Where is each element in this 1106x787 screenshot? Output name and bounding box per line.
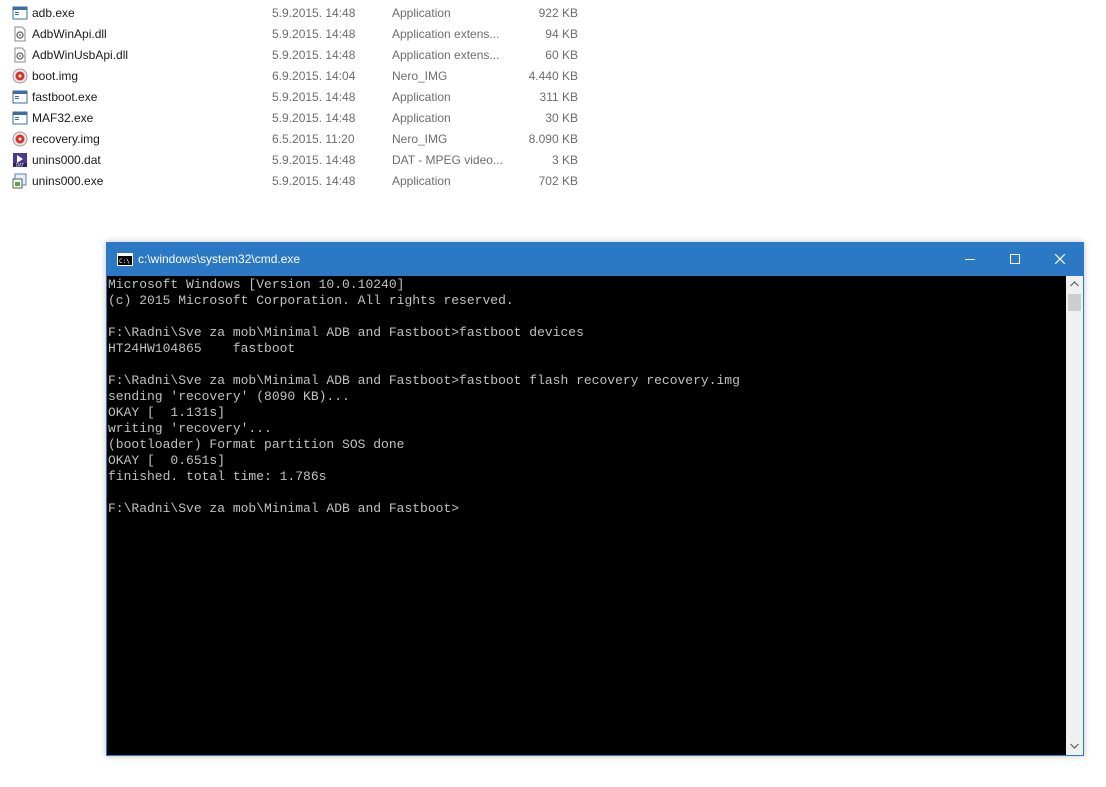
file-date: 6.5.2015. 11:20 <box>272 132 355 146</box>
file-name: unins000.dat <box>32 153 101 167</box>
file-row[interactable]: unins000.exe 5.9.2015. 14:48 Application… <box>0 170 600 191</box>
file-size: 30 KB <box>545 111 578 125</box>
exe-window-icon <box>12 89 28 105</box>
window-title: c:\windows\system32\cmd.exe <box>138 252 301 266</box>
file-type: Application extens... <box>392 27 500 41</box>
file-row[interactable]: MAF32.exe 5.9.2015. 14:48 Application 30… <box>0 107 600 128</box>
file-type: Application <box>392 111 451 125</box>
scroll-thumb[interactable] <box>1068 294 1081 311</box>
file-date: 5.9.2015. 14:48 <box>272 90 356 104</box>
nero-disc-icon <box>12 68 28 84</box>
maximize-button[interactable] <box>992 243 1038 276</box>
svg-text:DAT: DAT <box>16 163 24 168</box>
file-date: 6.9.2015. 14:04 <box>272 69 356 83</box>
file-row[interactable]: adb.exe 5.9.2015. 14:48 Application 922 … <box>0 2 600 23</box>
file-size: 94 KB <box>545 27 578 41</box>
file-row[interactable]: boot.img 6.9.2015. 14:04 Nero_IMG 4.440 … <box>0 65 600 86</box>
file-row[interactable]: recovery.img 6.5.2015. 11:20 Nero_IMG 8.… <box>0 128 600 149</box>
installer-icon <box>12 173 28 189</box>
svg-text:C:\: C:\ <box>119 258 130 265</box>
dll-gear-icon <box>12 47 28 63</box>
title-bar[interactable]: C:\ c:\windows\system32\cmd.exe <box>107 243 1083 276</box>
file-size: 8.090 KB <box>528 132 578 146</box>
file-type: DAT - MPEG video... <box>392 153 503 167</box>
file-name: boot.img <box>32 69 79 83</box>
file-type: Application extens... <box>392 48 500 62</box>
file-size: 3 KB <box>551 153 578 167</box>
minimize-button[interactable] <box>947 243 993 276</box>
dll-gear-icon <box>12 26 28 42</box>
file-size: 922 KB <box>538 6 578 20</box>
scroll-up-button[interactable] <box>1066 276 1083 293</box>
file-name: adb.exe <box>32 6 75 20</box>
file-date: 5.9.2015. 14:48 <box>272 174 356 188</box>
file-name: unins000.exe <box>32 174 104 188</box>
file-type: Nero_IMG <box>392 132 448 146</box>
file-size: 702 KB <box>538 174 578 188</box>
file-date: 5.9.2015. 14:48 <box>272 111 356 125</box>
file-date: 5.9.2015. 14:48 <box>272 27 356 41</box>
file-name: AdbWinApi.dll <box>32 27 107 41</box>
file-type: Application <box>392 90 451 104</box>
file-list: adb.exe 5.9.2015. 14:48 Application 922 … <box>0 2 600 191</box>
file-size: 4.440 KB <box>528 69 578 83</box>
close-button[interactable] <box>1037 243 1083 276</box>
exe-window-icon <box>12 110 28 126</box>
file-type: Application <box>392 174 451 188</box>
file-date: 5.9.2015. 14:48 <box>272 6 356 20</box>
file-date: 5.9.2015. 14:48 <box>272 153 356 167</box>
file-row[interactable]: DAT unins000.dat 5.9.2015. 14:48 DAT - M… <box>0 149 600 170</box>
cmd-prompt-icon: C:\ <box>117 253 133 266</box>
file-size: 60 KB <box>545 48 578 62</box>
vertical-scrollbar[interactable] <box>1066 276 1083 755</box>
file-date: 5.9.2015. 14:48 <box>272 48 356 62</box>
dat-video-icon: DAT <box>12 152 28 168</box>
file-type: Nero_IMG <box>392 69 448 83</box>
nero-disc-icon <box>12 131 28 147</box>
file-type: Application <box>392 6 451 20</box>
file-name: AdbWinUsbApi.dll <box>32 48 129 62</box>
scroll-down-button[interactable] <box>1066 738 1083 755</box>
cmd-window[interactable]: C:\ c:\windows\system32\cmd.exe Microsof… <box>106 242 1084 756</box>
exe-window-icon <box>12 5 28 21</box>
file-name: MAF32.exe <box>32 111 94 125</box>
file-name: recovery.img <box>32 132 100 146</box>
file-size: 311 KB <box>539 90 578 104</box>
file-name: fastboot.exe <box>32 90 98 104</box>
console-text: Microsoft Windows [Version 10.0.10240] (… <box>108 277 740 516</box>
file-row[interactable]: AdbWinUsbApi.dll 5.9.2015. 14:48 Applica… <box>0 44 600 65</box>
file-row[interactable]: fastboot.exe 5.9.2015. 14:48 Application… <box>0 86 600 107</box>
file-row[interactable]: AdbWinApi.dll 5.9.2015. 14:48 Applicatio… <box>0 23 600 44</box>
console-output[interactable]: Microsoft Windows [Version 10.0.10240] (… <box>107 276 1066 755</box>
